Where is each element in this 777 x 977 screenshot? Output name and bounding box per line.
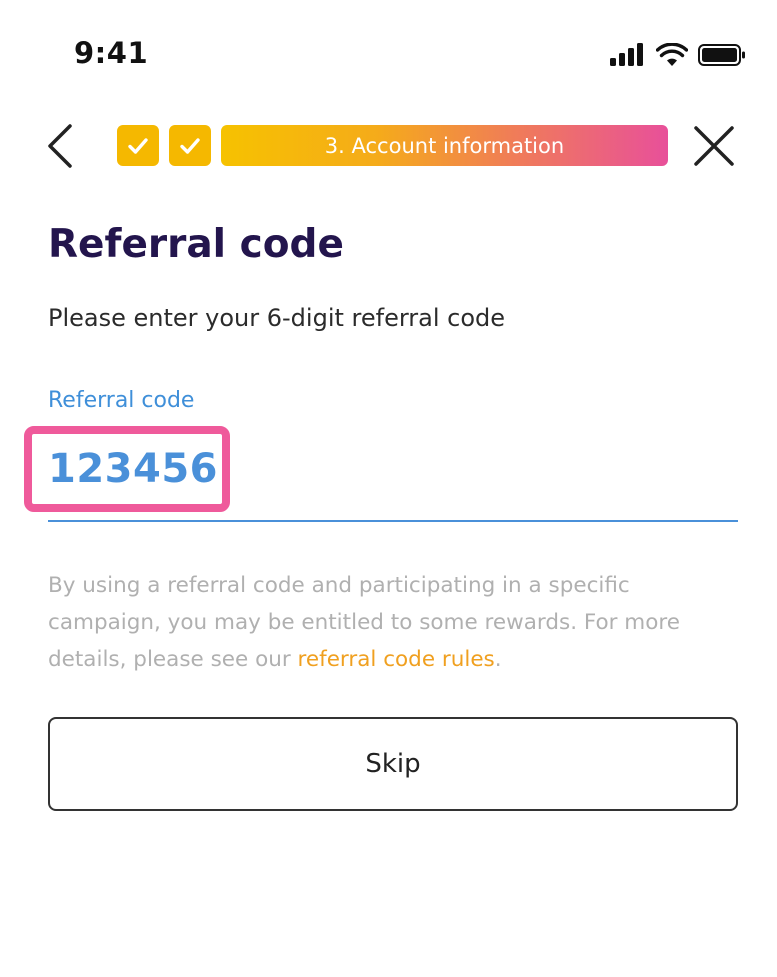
checkmark-icon [180, 137, 200, 154]
wifi-icon [656, 43, 688, 66]
progress-step-1-completed [117, 125, 159, 166]
progress-step-2-completed [169, 125, 211, 166]
referral-code-screen: 9:41 3. Account information Referral cod… [0, 0, 777, 977]
referral-code-input[interactable] [48, 440, 648, 498]
status-icons [610, 40, 746, 70]
chevron-left-icon [48, 124, 72, 168]
skip-button[interactable]: Skip [48, 717, 738, 811]
progress-step-label: 3. Account information [324, 133, 565, 158]
referral-disclaimer: By using a referral code and participati… [48, 567, 738, 678]
page-subtitle: Please enter your 6-digit referral code [48, 304, 506, 332]
cellular-signal-icon [610, 43, 643, 66]
progress-step-3-current: 3. Account information [221, 125, 668, 166]
battery-icon [698, 44, 745, 66]
checkmark-icon [128, 137, 148, 154]
page-title: Referral code [48, 222, 344, 267]
disclaimer-suffix: . [494, 647, 502, 672]
referral-rules-link[interactable]: referral code rules [298, 647, 495, 672]
close-button[interactable] [690, 122, 738, 170]
referral-code-label: Referral code [48, 388, 195, 413]
back-button[interactable] [40, 122, 84, 170]
status-time: 9:41 [74, 36, 149, 70]
close-icon [694, 126, 734, 166]
referral-code-underline [48, 520, 738, 522]
